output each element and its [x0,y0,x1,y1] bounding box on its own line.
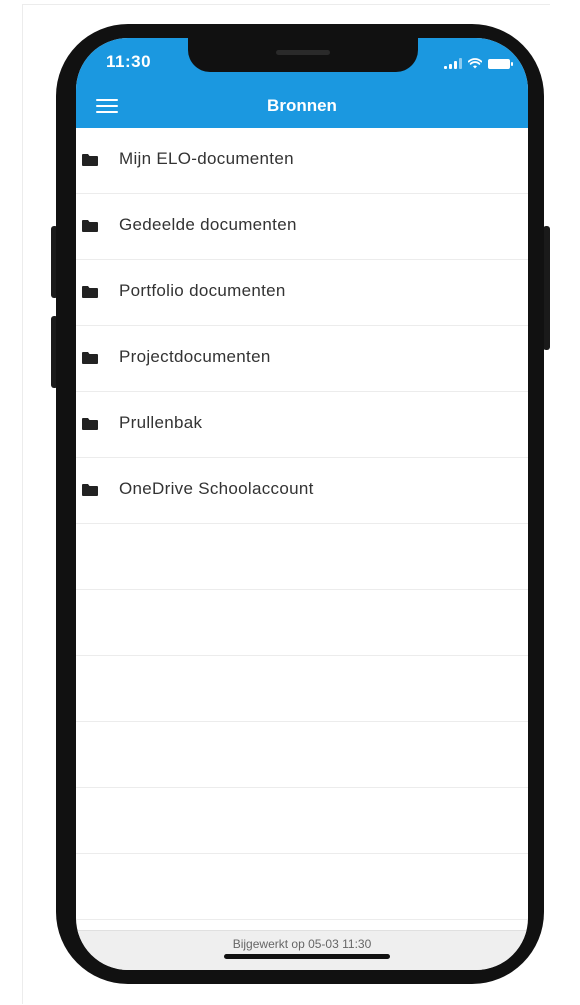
list-item-prullenbak[interactable]: Prullenbak [76,392,528,458]
list-item-label: Mijn ELO-documenten [119,149,294,168]
list-item-mijn-elo-documenten[interactable]: Mijn ELO-documenten [76,128,528,194]
empty-row [76,854,528,920]
folder-icon [82,484,98,496]
list-item-label: Portfolio documenten [119,281,286,300]
empty-row [76,656,528,722]
folder-icon [82,418,98,430]
nav-bar: Bronnen [76,90,528,128]
home-indicator[interactable] [224,954,390,959]
sources-list: Mijn ELO-documenten Gedeelde documenten … [76,128,528,920]
battery-icon [488,59,513,69]
list-item-gedeelde-documenten[interactable]: Gedeelde documenten [76,194,528,260]
folder-icon [82,220,98,232]
notch [188,38,418,72]
status-time: 11:30 [106,52,152,71]
footer-bar: Bijgewerkt op 05-03 11:30 [76,930,528,970]
page-title: Bronnen [267,96,337,115]
wifi-icon [468,58,482,69]
list-item-onedrive-schoolaccount[interactable]: OneDrive Schoolaccount [76,458,528,524]
status-icons [444,55,513,69]
folder-icon [82,352,98,364]
empty-row [76,788,528,854]
list-item-label: OneDrive Schoolaccount [119,479,314,498]
list-item-projectdocumenten[interactable]: Projectdocumenten [76,326,528,392]
list-item-label: Prullenbak [119,413,203,432]
page-border-left [22,4,23,1004]
phone-screen: 11:30 Bronnen Mijn ELO-documenten Gedeel… [76,38,528,970]
last-updated-text: Bijgewerkt op 05-03 11:30 [232,937,372,951]
status-bar: 11:30 [76,38,528,90]
folder-icon [82,154,98,166]
empty-row [76,524,528,590]
empty-row [76,590,528,656]
list-item-label: Gedeelde documenten [119,215,297,234]
page-border-top [22,4,550,5]
list-item-portfolio-documenten[interactable]: Portfolio documenten [76,260,528,326]
list-item-label: Projectdocumenten [119,347,271,366]
cellular-signal-icon [444,58,462,69]
folder-icon [82,286,98,298]
empty-row [76,722,528,788]
notch-speaker [276,50,330,55]
power-button [543,226,550,350]
